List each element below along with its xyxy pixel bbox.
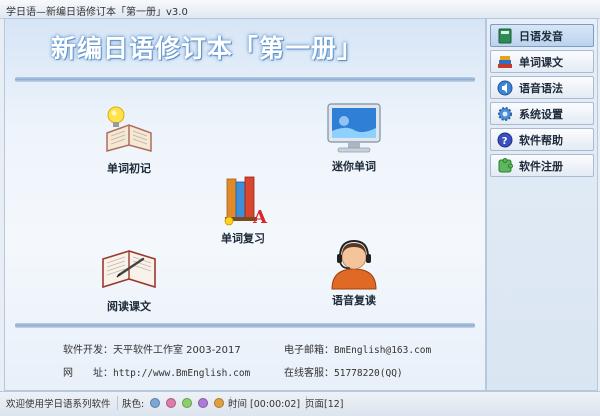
skin-color-4[interactable] <box>198 398 209 408</box>
feature-label: 单词初记 <box>107 162 151 175</box>
page-label: 页面 <box>305 399 325 410</box>
skin-color-5[interactable] <box>214 398 225 408</box>
feature-label: 单词复习 <box>221 232 265 245</box>
headset-user-icon <box>324 235 384 290</box>
email-info: 电子邮箱：BmEnglish@163.com <box>284 341 431 356</box>
time-label: 时间 <box>228 399 248 410</box>
main-panel: 新编日语修订本「第一册」 单词初记 迷你单词 A 单词复习 阅读课文 语音复读 … <box>4 18 486 391</box>
status-time: 时间 [00:00:02] <box>228 396 308 410</box>
website-link[interactable]: http://www.BmEnglish.com <box>113 368 250 379</box>
website-info: 网 址：http://www.BmEnglish.com <box>63 364 250 379</box>
feature-voice-repeat[interactable]: 语音复读 <box>309 235 399 308</box>
skin-color-3[interactable] <box>182 398 193 408</box>
email-label: 电子邮箱： <box>284 345 334 356</box>
sidebar-item-help[interactable]: ? 软件帮助 <box>490 128 594 151</box>
sidebar-item-voice-grammar[interactable]: 语音语法 <box>490 76 594 99</box>
status-welcome: 欢迎使用学日语系列软件 <box>6 396 118 410</box>
book-stack-icon <box>497 54 513 70</box>
sidebar-item-label: 语音语法 <box>519 81 563 95</box>
support-info: 在线客服：51778220(QQ) <box>284 364 403 379</box>
time-value: [00:00:02] <box>250 399 301 410</box>
sidebar-item-settings[interactable]: 系统设置 <box>490 102 594 125</box>
skin-selector: 肤色: <box>122 396 232 410</box>
feature-word-review[interactable]: A 单词复习 <box>198 173 288 246</box>
developer-info: 软件开发：天平软件工作室 2003-2017 <box>63 341 241 356</box>
sidebar: 日语发音 单词课文 语音语法 系统设置 ? 软件帮助 软件注册 <box>486 18 598 391</box>
books-icon: A <box>213 173 273 228</box>
website-label: 网 址： <box>63 368 113 379</box>
skin-color-1[interactable] <box>150 398 161 408</box>
japanese-book-icon <box>497 28 513 44</box>
skin-label: 肤色: <box>122 399 145 410</box>
gear-icon <box>497 106 513 122</box>
sidebar-item-label: 软件帮助 <box>519 133 563 147</box>
title-bar: 学日语—新编日语修订本「第一册」v3.0 <box>0 0 600 19</box>
sidebar-item-register[interactable]: 软件注册 <box>490 154 594 177</box>
skin-color-2[interactable] <box>166 398 177 408</box>
status-bar: 欢迎使用学日语系列软件 肤色: 时间 [00:00:02] 页面[12] <box>0 391 600 416</box>
sidebar-item-label: 软件注册 <box>519 159 563 173</box>
puzzle-icon <box>497 157 513 174</box>
sidebar-item-label: 日语发音 <box>519 29 563 43</box>
support-value: 51778220(QQ) <box>334 368 403 379</box>
feature-mini-word[interactable]: 迷你单词 <box>309 101 399 174</box>
monitor-icon <box>324 101 384 156</box>
sidebar-item-label: 系统设置 <box>519 107 563 121</box>
sidebar-item-label: 单词课文 <box>519 55 563 69</box>
developer-value: 天平软件工作室 2003-2017 <box>113 345 241 356</box>
lightbulb-book-icon <box>99 103 159 158</box>
bottom-divider <box>15 323 475 328</box>
support-label: 在线客服： <box>284 368 334 379</box>
open-book-icon <box>99 241 159 296</box>
feature-label: 迷你单词 <box>332 160 376 173</box>
feature-label: 阅读课文 <box>107 300 151 313</box>
help-icon: ? <box>497 132 513 148</box>
banner-title: 新编日语修订本「第一册」 <box>51 34 364 63</box>
sidebar-item-words-texts[interactable]: 单词课文 <box>490 50 594 73</box>
sidebar-item-japanese-pronunciation[interactable]: 日语发音 <box>490 24 594 47</box>
feature-label: 语音复读 <box>332 294 376 307</box>
speaker-icon <box>497 80 513 96</box>
top-divider <box>15 77 475 82</box>
svg-text:A: A <box>252 207 268 228</box>
email-value[interactable]: BmEnglish@163.com <box>334 345 431 356</box>
window-title: 学日语—新编日语修订本「第一册」v3.0 <box>6 7 188 18</box>
developer-label: 软件开发： <box>63 345 113 356</box>
feature-word-first-memory[interactable]: 单词初记 <box>84 103 174 176</box>
feature-read-text[interactable]: 阅读课文 <box>84 241 174 314</box>
page-value: [12] <box>324 399 344 410</box>
status-page: 页面[12] <box>305 396 350 410</box>
svg-text:?: ? <box>502 136 508 147</box>
